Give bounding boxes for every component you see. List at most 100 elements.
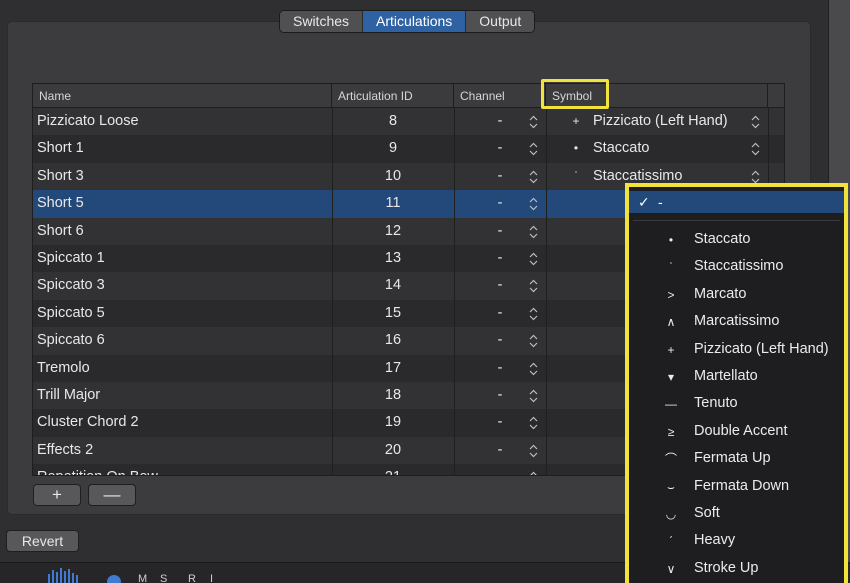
record-button[interactable]: R bbox=[188, 573, 196, 583]
column-divider bbox=[454, 272, 455, 300]
channel-stepper-icon[interactable] bbox=[529, 252, 538, 266]
tab-output[interactable]: Output bbox=[466, 11, 535, 32]
row-articulation-id[interactable]: 11 bbox=[332, 190, 454, 217]
row-name[interactable]: Effects 2 bbox=[37, 437, 327, 464]
menu-item-heavy[interactable]: ˊ Heavy bbox=[629, 527, 844, 554]
menu-item-stroke-up[interactable]: ∨ Stroke Up bbox=[629, 555, 844, 582]
row-articulation-id[interactable]: 13 bbox=[332, 245, 454, 272]
menu-item-none-selected[interactable]: ✓ - bbox=[629, 191, 844, 213]
channel-stepper-icon[interactable] bbox=[529, 197, 538, 211]
row-articulation-id[interactable]: 12 bbox=[332, 218, 454, 245]
menu-item-pizzicato-left-hand[interactable]: + Pizzicato (Left Hand) bbox=[629, 336, 844, 363]
column-divider bbox=[546, 244, 547, 273]
articulation-symbol-icon: ∨ bbox=[666, 561, 676, 576]
channel-stepper-icon[interactable] bbox=[529, 170, 538, 184]
row-name[interactable]: Spiccato 3 bbox=[37, 272, 327, 299]
table-row[interactable]: Pizzicato Loose 8- + Pizzicato (Left Hand) bbox=[33, 108, 784, 136]
row-articulation-id[interactable]: 21 bbox=[332, 464, 454, 475]
row-articulation-id[interactable]: 16 bbox=[332, 327, 454, 354]
channel-stepper-icon[interactable] bbox=[529, 225, 538, 239]
channel-stepper-icon[interactable] bbox=[529, 142, 538, 156]
menu-item-tenuto[interactable]: — Tenuto bbox=[629, 390, 844, 417]
menu-item-label: Fermata Up bbox=[694, 450, 771, 467]
row-name[interactable]: Pizzicato Loose bbox=[37, 108, 327, 135]
row-name[interactable]: Repetition On Bow bbox=[37, 464, 327, 475]
power-icon[interactable] bbox=[104, 572, 124, 583]
remove-articulation-button[interactable]: — bbox=[88, 484, 136, 506]
column-divider bbox=[546, 162, 547, 191]
menu-item-fermata-down[interactable]: ⌣ Fermata Down bbox=[629, 473, 844, 500]
input-monitor-button[interactable]: I bbox=[210, 573, 213, 583]
symbol-stepper-icon[interactable] bbox=[751, 170, 760, 184]
column-header-channel[interactable]: Channel bbox=[454, 84, 546, 108]
column-divider bbox=[546, 381, 547, 410]
channel-stepper-icon[interactable] bbox=[529, 416, 538, 430]
revert-button[interactable]: Revert bbox=[6, 530, 79, 552]
row-articulation-id[interactable]: 9 bbox=[332, 135, 454, 162]
menu-item-label: Martellato bbox=[694, 368, 758, 384]
row-articulation-id[interactable]: 14 bbox=[332, 272, 454, 299]
column-divider bbox=[546, 354, 547, 382]
row-articulation-id[interactable]: 17 bbox=[332, 355, 454, 382]
menu-item-fermata-up[interactable]: ⌒ Fermata Up bbox=[629, 445, 844, 472]
column-divider bbox=[454, 299, 455, 328]
table-row[interactable]: Short 1 9- • Staccato bbox=[33, 135, 784, 163]
channel-stepper-icon[interactable] bbox=[529, 444, 538, 458]
channel-stepper-icon[interactable] bbox=[529, 115, 538, 129]
column-divider bbox=[546, 327, 547, 355]
row-articulation-id[interactable]: 20 bbox=[332, 437, 454, 464]
tab-switches[interactable]: Switches bbox=[280, 11, 364, 32]
column-divider bbox=[546, 108, 547, 136]
mute-button[interactable]: M bbox=[138, 573, 147, 583]
menu-item-marcatissimo[interactable]: ∧ Marcatissimo bbox=[629, 308, 844, 335]
column-divider bbox=[546, 436, 547, 465]
solo-button[interactable]: S bbox=[160, 573, 167, 583]
channel-stepper-icon[interactable] bbox=[529, 334, 538, 348]
symbol-stepper-icon[interactable] bbox=[751, 115, 760, 129]
row-articulation-id[interactable]: 8 bbox=[332, 108, 454, 135]
row-name[interactable]: Short 6 bbox=[37, 218, 327, 245]
row-name[interactable]: Short 1 bbox=[37, 135, 327, 162]
symbol-glyph-icon: ˈ bbox=[574, 168, 578, 183]
symbol-label: Staccato bbox=[593, 140, 650, 157]
column-divider bbox=[332, 354, 333, 382]
column-divider bbox=[454, 217, 455, 245]
channel-stepper-icon[interactable] bbox=[529, 389, 538, 403]
menu-item-martellato[interactable]: ▾ Martellato bbox=[629, 363, 844, 390]
column-header-symbol[interactable]: Symbol bbox=[546, 84, 768, 108]
add-articulation-button[interactable]: + bbox=[33, 484, 81, 506]
row-articulation-id[interactable]: 18 bbox=[332, 382, 454, 409]
menu-item-staccato[interactable]: • Staccato bbox=[629, 226, 844, 253]
channel-stepper-icon[interactable] bbox=[529, 471, 538, 475]
row-symbol[interactable]: • Staccato bbox=[546, 135, 768, 162]
column-divider bbox=[332, 436, 333, 465]
row-articulation-id[interactable]: 10 bbox=[332, 163, 454, 190]
menu-item-double-accent[interactable]: ≥ Double Accent bbox=[629, 418, 844, 445]
symbol-stepper-icon[interactable] bbox=[751, 142, 760, 156]
tab-articulations[interactable]: Articulations bbox=[363, 11, 467, 32]
row-symbol[interactable]: + Pizzicato (Left Hand) bbox=[546, 108, 768, 135]
row-name[interactable]: Trill Major bbox=[37, 382, 327, 409]
row-articulation-id[interactable]: 19 bbox=[332, 409, 454, 436]
row-name[interactable]: Short 5 bbox=[37, 190, 327, 217]
articulation-symbol-icon: ˈ bbox=[669, 260, 673, 275]
menu-item-label: Fermata Down bbox=[694, 477, 790, 494]
column-divider bbox=[454, 409, 455, 437]
menu-item-soft[interactable]: ◡ Soft bbox=[629, 500, 844, 527]
column-header-articulation-id[interactable]: Articulation ID bbox=[332, 84, 454, 108]
menu-item-staccatissimo[interactable]: ˈ Staccatissimo bbox=[629, 253, 844, 280]
row-name[interactable]: Tremolo bbox=[37, 355, 327, 382]
row-name[interactable]: Spiccato 5 bbox=[37, 300, 327, 327]
row-name[interactable]: Spiccato 6 bbox=[37, 327, 327, 354]
row-name[interactable]: Cluster Chord 2 bbox=[37, 409, 327, 436]
articulation-symbol-icon: ˊ bbox=[669, 534, 673, 549]
channel-stepper-icon[interactable] bbox=[529, 362, 538, 376]
column-divider bbox=[332, 135, 333, 163]
menu-item-marcato[interactable]: > Marcato bbox=[629, 281, 844, 308]
column-header-name[interactable]: Name bbox=[33, 84, 332, 108]
channel-stepper-icon[interactable] bbox=[529, 279, 538, 293]
row-name[interactable]: Short 3 bbox=[37, 163, 327, 190]
row-name[interactable]: Spiccato 1 bbox=[37, 245, 327, 272]
channel-stepper-icon[interactable] bbox=[529, 307, 538, 321]
row-articulation-id[interactable]: 15 bbox=[332, 300, 454, 327]
